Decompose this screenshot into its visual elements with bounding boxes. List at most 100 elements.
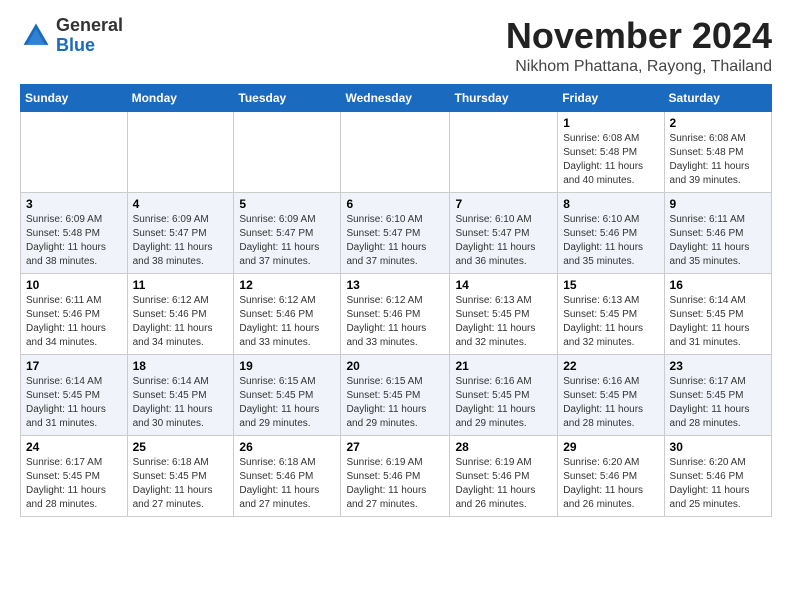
day-number: 20 bbox=[346, 359, 444, 373]
day-number: 11 bbox=[133, 278, 229, 292]
col-tuesday: Tuesday bbox=[234, 84, 341, 111]
col-thursday: Thursday bbox=[450, 84, 558, 111]
day-number: 8 bbox=[563, 197, 658, 211]
calendar-cell bbox=[341, 111, 450, 192]
calendar-cell: 1 Sunrise: 6:08 AM Sunset: 5:48 PM Daylig… bbox=[558, 111, 664, 192]
calendar-cell bbox=[450, 111, 558, 192]
day-info: Sunrise: 6:10 AM Sunset: 5:47 PM Dayligh… bbox=[346, 213, 444, 269]
calendar-cell: 28Sunrise: 6:19 AM Sunset: 5:46 PM Dayli… bbox=[450, 435, 558, 516]
day-info: Sunrise: 6:14 AM Sunset: 5:45 PM Dayligh… bbox=[26, 375, 122, 431]
calendar-cell: 18 Sunrise: 6:14 AM Sunset: 5:45 PM Dayli… bbox=[127, 354, 234, 435]
day-number: 10 bbox=[26, 278, 122, 292]
day-info: Sunrise: 6:17 AM Sunset: 5:45 PM Dayligh… bbox=[26, 456, 122, 512]
header: General Blue November 2024 Nikhom Phatta… bbox=[20, 16, 772, 76]
day-info: Sunrise: 6:12 AM Sunset: 5:46 PM Dayligh… bbox=[239, 294, 335, 350]
calendar-cell: 8 Sunrise: 6:10 AM Sunset: 5:46 PM Daylig… bbox=[558, 192, 664, 273]
day-info: Sunrise: 6:12 AM Sunset: 5:46 PM Dayligh… bbox=[346, 294, 444, 350]
day-number: 25 bbox=[133, 440, 229, 454]
day-info: Sunrise: 6:16 AM Sunset: 5:45 PM Dayligh… bbox=[563, 375, 658, 431]
day-info: Sunrise: 6:18 AM Sunset: 5:45 PM Dayligh… bbox=[133, 456, 229, 512]
day-number: 9 bbox=[670, 197, 766, 211]
calendar-cell: 24 Sunrise: 6:17 AM Sunset: 5:45 PM Dayli… bbox=[21, 435, 128, 516]
day-info: Sunrise: 6:14 AM Sunset: 5:45 PM Dayligh… bbox=[670, 294, 766, 350]
calendar-cell: 21 Sunrise: 6:16 AM Sunset: 5:45 PM Dayli… bbox=[450, 354, 558, 435]
calendar-cell: 13 Sunrise: 6:12 AM Sunset: 5:46 PM Dayli… bbox=[341, 273, 450, 354]
day-number: 21 bbox=[455, 359, 552, 373]
calendar-cell: 20 Sunrise: 6:15 AM Sunset: 5:45 PM Dayli… bbox=[341, 354, 450, 435]
day-number: 4 bbox=[133, 197, 229, 211]
logo-blue: Blue bbox=[56, 35, 95, 55]
day-info: Sunrise: 6:12 AM Sunset: 5:46 PM Dayligh… bbox=[133, 294, 229, 350]
logo-icon bbox=[20, 20, 52, 52]
day-number: 17 bbox=[26, 359, 122, 373]
day-info: Sunrise: 6:15 AM Sunset: 5:45 PM Dayligh… bbox=[239, 375, 335, 431]
day-number: 15 bbox=[563, 278, 658, 292]
day-number: 12 bbox=[239, 278, 335, 292]
col-friday: Friday bbox=[558, 84, 664, 111]
day-number: 7 bbox=[455, 197, 552, 211]
day-info: Sunrise: 6:16 AM Sunset: 5:45 PM Dayligh… bbox=[455, 375, 552, 431]
calendar-cell: 5 Sunrise: 6:09 AM Sunset: 5:47 PM Daylig… bbox=[234, 192, 341, 273]
calendar-cell: 6 Sunrise: 6:10 AM Sunset: 5:47 PM Daylig… bbox=[341, 192, 450, 273]
day-number: 1 bbox=[563, 116, 658, 130]
day-number: 2 bbox=[670, 116, 766, 130]
day-info: Sunrise: 6:20 AM Sunset: 5:46 PM Dayligh… bbox=[563, 456, 658, 512]
calendar-cell: 19Sunrise: 6:15 AM Sunset: 5:45 PM Dayli… bbox=[234, 354, 341, 435]
calendar-week-3: 17 Sunrise: 6:14 AM Sunset: 5:45 PM Dayli… bbox=[21, 354, 772, 435]
day-info: Sunrise: 6:11 AM Sunset: 5:46 PM Dayligh… bbox=[670, 213, 766, 269]
day-info: Sunrise: 6:11 AM Sunset: 5:46 PM Dayligh… bbox=[26, 294, 122, 350]
calendar-cell: 23 Sunrise: 6:17 AM Sunset: 5:45 PM Dayli… bbox=[664, 354, 771, 435]
calendar-cell: 12 Sunrise: 6:12 AM Sunset: 5:46 PM Dayli… bbox=[234, 273, 341, 354]
day-info: Sunrise: 6:13 AM Sunset: 5:45 PM Dayligh… bbox=[563, 294, 658, 350]
day-number: 23 bbox=[670, 359, 766, 373]
day-number: 18 bbox=[133, 359, 229, 373]
day-number: 13 bbox=[346, 278, 444, 292]
day-info: Sunrise: 6:10 AM Sunset: 5:47 PM Dayligh… bbox=[455, 213, 552, 269]
calendar-cell bbox=[234, 111, 341, 192]
day-number: 27 bbox=[346, 440, 444, 454]
calendar-cell: 17 Sunrise: 6:14 AM Sunset: 5:45 PM Dayli… bbox=[21, 354, 128, 435]
main-title: November 2024 bbox=[506, 16, 772, 56]
day-info: Sunrise: 6:09 AM Sunset: 5:47 PM Dayligh… bbox=[239, 213, 335, 269]
calendar-cell: 11 Sunrise: 6:12 AM Sunset: 5:46 PM Dayli… bbox=[127, 273, 234, 354]
day-info: Sunrise: 6:09 AM Sunset: 5:48 PM Dayligh… bbox=[26, 213, 122, 269]
title-block: November 2024 Nikhom Phattana, Rayong, T… bbox=[506, 16, 772, 76]
calendar-cell: 16 Sunrise: 6:14 AM Sunset: 5:45 PM Dayli… bbox=[664, 273, 771, 354]
calendar-week-0: 1 Sunrise: 6:08 AM Sunset: 5:48 PM Daylig… bbox=[21, 111, 772, 192]
page: General Blue November 2024 Nikhom Phatta… bbox=[0, 0, 792, 527]
calendar-header: Sunday Monday Tuesday Wednesday Thursday… bbox=[21, 84, 772, 111]
day-info: Sunrise: 6:20 AM Sunset: 5:46 PM Dayligh… bbox=[670, 456, 766, 512]
day-number: 22 bbox=[563, 359, 658, 373]
calendar-cell: 4Sunrise: 6:09 AM Sunset: 5:47 PM Daylig… bbox=[127, 192, 234, 273]
day-number: 29 bbox=[563, 440, 658, 454]
day-info: Sunrise: 6:13 AM Sunset: 5:45 PM Dayligh… bbox=[455, 294, 552, 350]
day-info: Sunrise: 6:14 AM Sunset: 5:45 PM Dayligh… bbox=[133, 375, 229, 431]
logo-general: General bbox=[56, 15, 123, 35]
calendar-cell: 2Sunrise: 6:08 AM Sunset: 5:48 PM Daylig… bbox=[664, 111, 771, 192]
calendar-body: 1 Sunrise: 6:08 AM Sunset: 5:48 PM Daylig… bbox=[21, 111, 772, 516]
calendar-week-2: 10 Sunrise: 6:11 AM Sunset: 5:46 PM Dayli… bbox=[21, 273, 772, 354]
day-info: Sunrise: 6:15 AM Sunset: 5:45 PM Dayligh… bbox=[346, 375, 444, 431]
calendar-cell bbox=[21, 111, 128, 192]
day-info: Sunrise: 6:08 AM Sunset: 5:48 PM Dayligh… bbox=[563, 132, 658, 188]
day-info: Sunrise: 6:19 AM Sunset: 5:46 PM Dayligh… bbox=[346, 456, 444, 512]
col-wednesday: Wednesday bbox=[341, 84, 450, 111]
calendar: Sunday Monday Tuesday Wednesday Thursday… bbox=[20, 84, 772, 517]
col-saturday: Saturday bbox=[664, 84, 771, 111]
calendar-cell: 29 Sunrise: 6:20 AM Sunset: 5:46 PM Dayli… bbox=[558, 435, 664, 516]
calendar-cell: 25 Sunrise: 6:18 AM Sunset: 5:45 PM Dayli… bbox=[127, 435, 234, 516]
header-row: Sunday Monday Tuesday Wednesday Thursday… bbox=[21, 84, 772, 111]
day-number: 24 bbox=[26, 440, 122, 454]
day-info: Sunrise: 6:18 AM Sunset: 5:46 PM Dayligh… bbox=[239, 456, 335, 512]
calendar-cell: 14Sunrise: 6:13 AM Sunset: 5:45 PM Dayli… bbox=[450, 273, 558, 354]
col-sunday: Sunday bbox=[21, 84, 128, 111]
day-number: 30 bbox=[670, 440, 766, 454]
day-info: Sunrise: 6:10 AM Sunset: 5:46 PM Dayligh… bbox=[563, 213, 658, 269]
calendar-cell: 3Sunrise: 6:09 AM Sunset: 5:48 PM Daylig… bbox=[21, 192, 128, 273]
day-number: 6 bbox=[346, 197, 444, 211]
subtitle: Nikhom Phattana, Rayong, Thailand bbox=[506, 58, 772, 76]
day-info: Sunrise: 6:17 AM Sunset: 5:45 PM Dayligh… bbox=[670, 375, 766, 431]
day-number: 16 bbox=[670, 278, 766, 292]
calendar-cell: 26Sunrise: 6:18 AM Sunset: 5:46 PM Dayli… bbox=[234, 435, 341, 516]
day-number: 5 bbox=[239, 197, 335, 211]
